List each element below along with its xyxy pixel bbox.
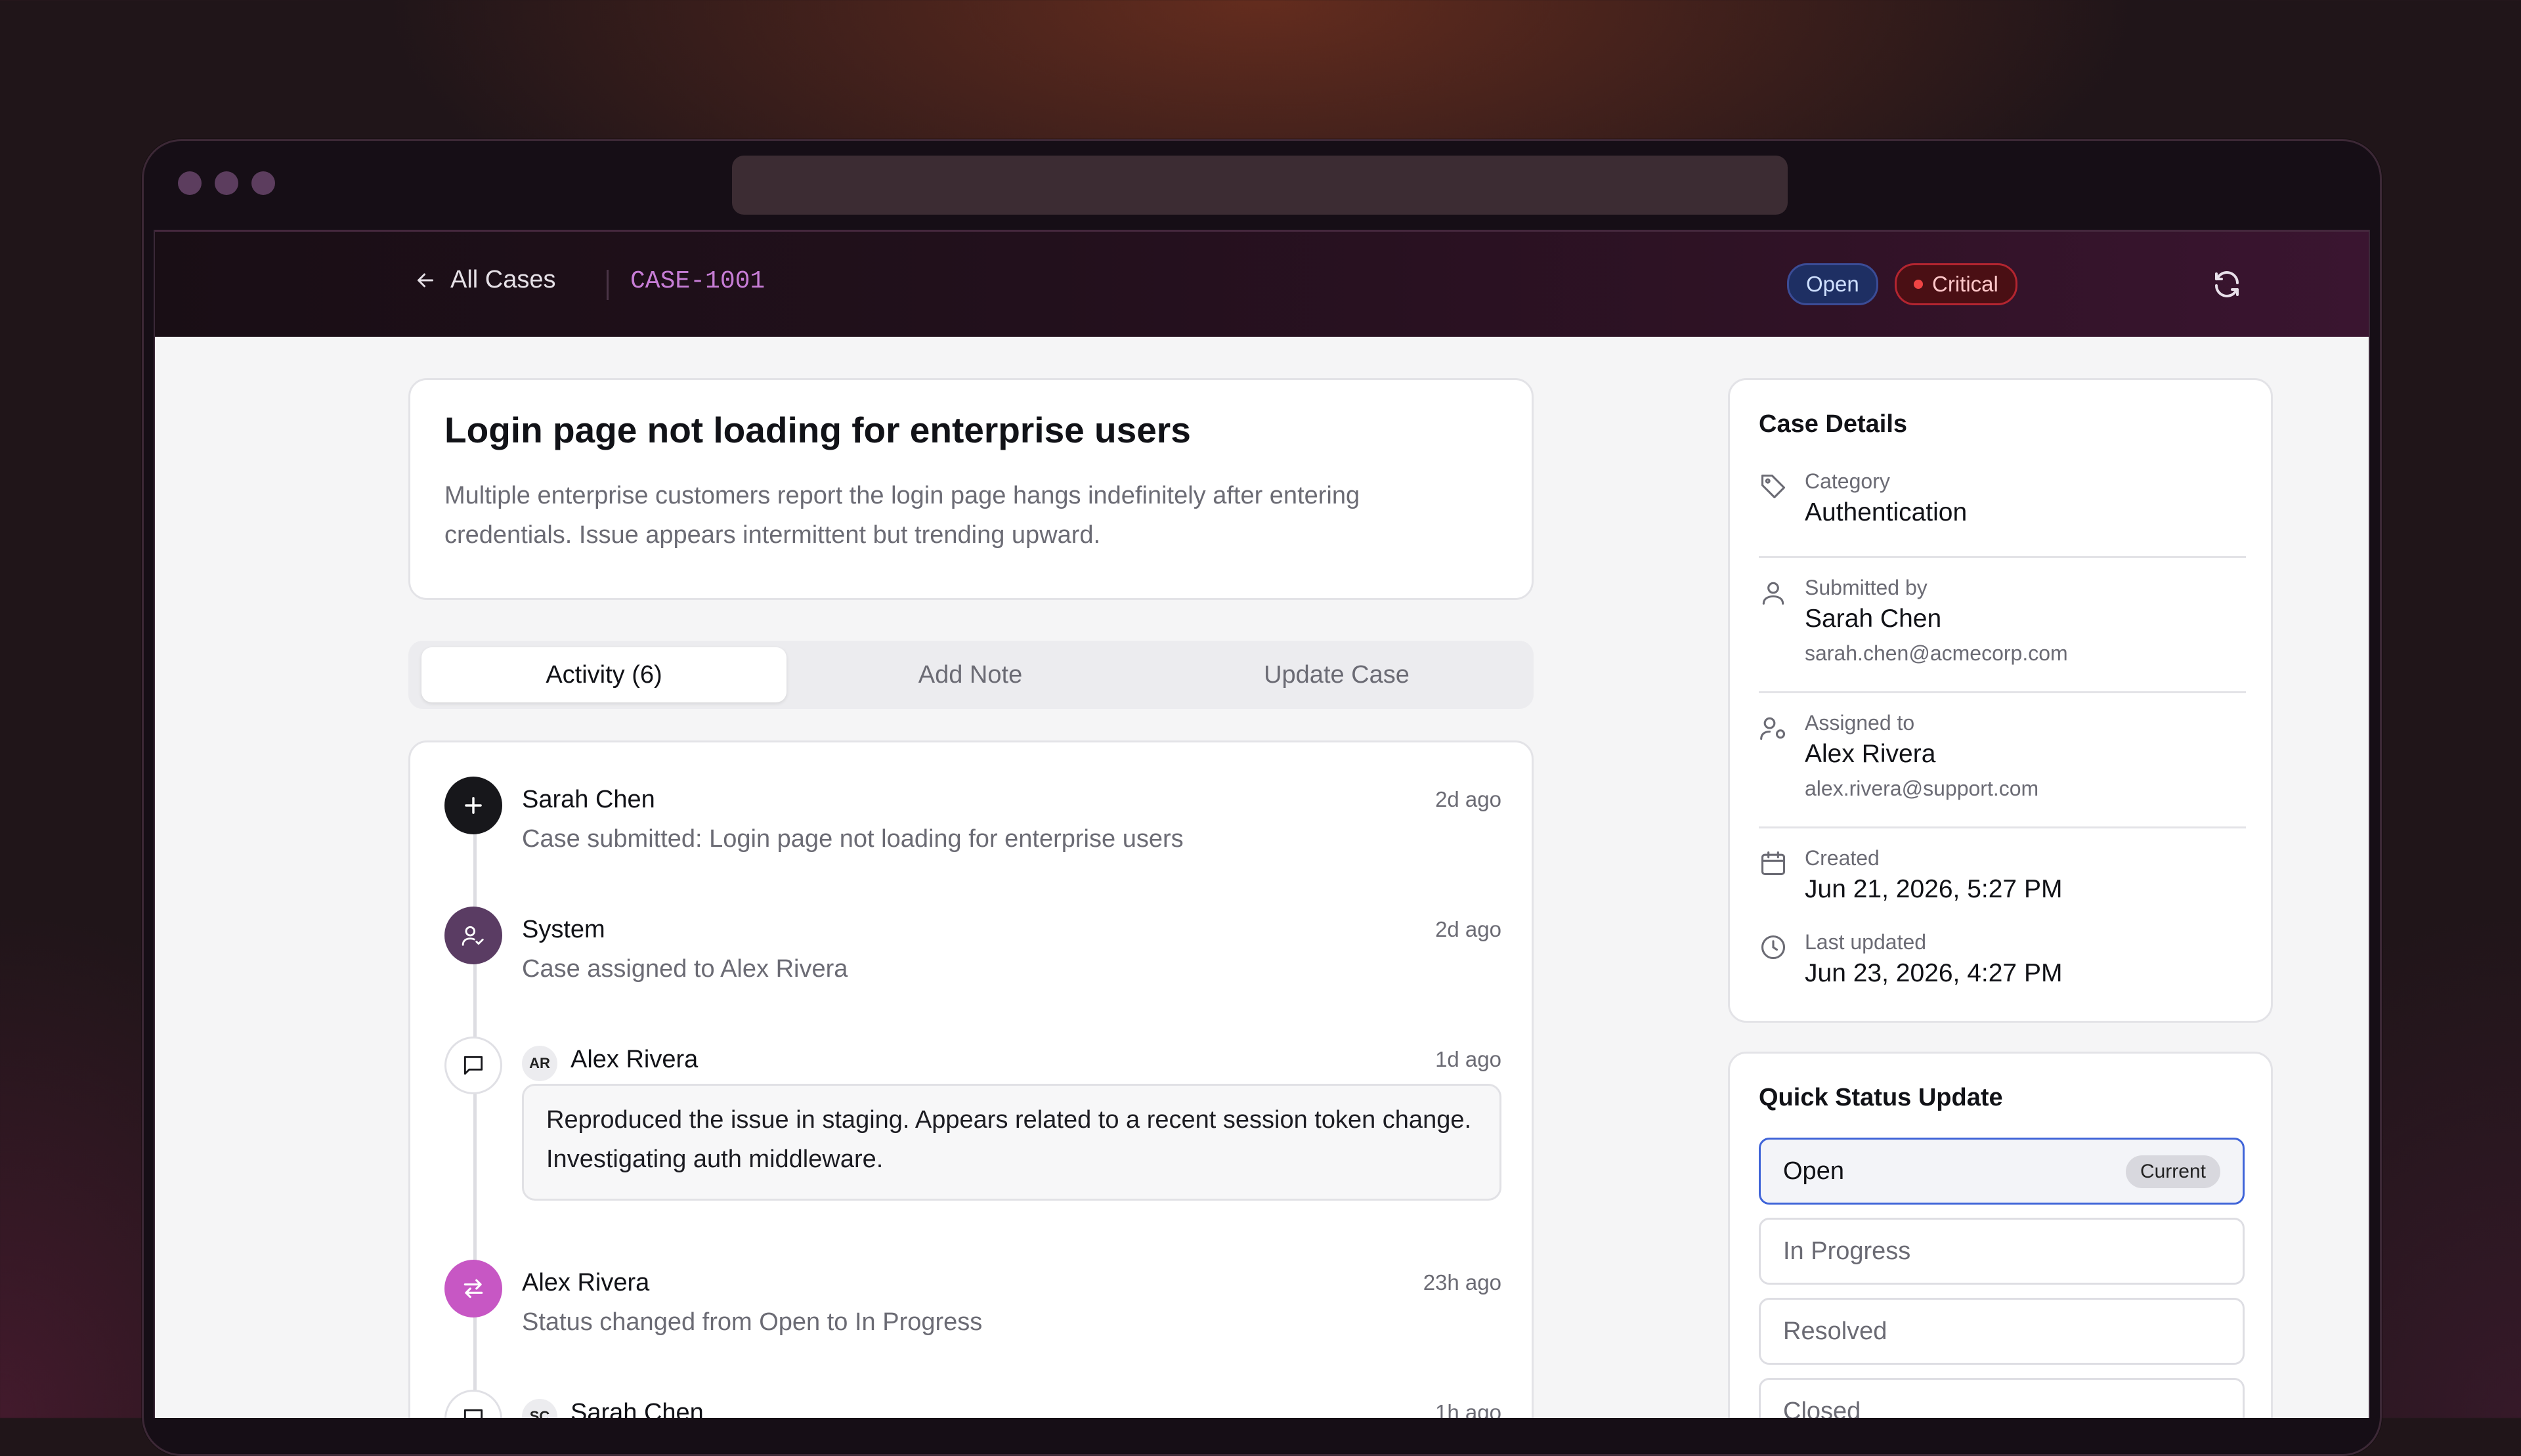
status-option-resolved[interactable]: Resolved — [1759, 1298, 2245, 1365]
quick-status-heading: Quick Status Update — [1759, 1084, 2003, 1111]
arrow-left-icon — [418, 273, 433, 287]
swap-icon — [444, 1260, 502, 1317]
activity-author: Alex Rivera — [571, 1046, 699, 1073]
assigned-to-label: Assigned to — [1805, 711, 1915, 735]
activity-time: 23h ago — [1423, 1270, 1501, 1295]
assignee-name: Alex Rivera — [1805, 740, 1936, 768]
case-id: CASE-1001 — [630, 267, 765, 295]
close-window-dot[interactable] — [178, 171, 202, 195]
message-icon — [444, 1037, 502, 1094]
activity-author: Alex Rivera — [522, 1269, 650, 1296]
case-summary-card: Login page not loading for enterprise us… — [408, 378, 1534, 600]
priority-dot-icon — [1914, 280, 1923, 289]
window-controls — [178, 171, 275, 195]
activity-text: Case assigned to Alex Rivera — [522, 955, 848, 983]
refresh-icon[interactable] — [2211, 268, 2243, 300]
tab-activity[interactable]: Activity (6) — [421, 647, 786, 702]
status-badge: Open — [1787, 263, 1878, 305]
activity-author: Sarah Chen — [522, 786, 655, 813]
priority-badge: Critical — [1895, 263, 2017, 305]
app-viewport: All Cases CASE-1001 Open Critical Login … — [154, 230, 2370, 1418]
created-value: Jun 21, 2026, 5:27 PM — [1805, 875, 2063, 903]
created-label: Created — [1805, 846, 1880, 870]
divider — [1759, 826, 2246, 828]
address-bar[interactable] — [732, 156, 1788, 215]
divider — [1759, 691, 2246, 693]
avatar: SC — [522, 1399, 557, 1418]
calendar-icon — [1761, 851, 1786, 876]
user-assign-icon — [1760, 717, 1786, 740]
avatar: AR — [522, 1046, 557, 1081]
activity-time: 2d ago — [1435, 917, 1501, 941]
plus-icon — [444, 777, 502, 834]
activity-author: Sarah Chen — [571, 1399, 704, 1418]
tab-update-case[interactable]: Update Case — [1154, 647, 1519, 702]
case-details-heading: Case Details — [1759, 410, 1908, 438]
category-value: Authentication — [1805, 498, 1968, 526]
submitter-email: sarah.chen@acmecorp.com — [1805, 641, 2068, 665]
last-updated-label: Last updated — [1805, 930, 1927, 954]
user-check-icon — [444, 907, 502, 964]
clock-icon — [1761, 935, 1786, 960]
status-option-label: Open — [1783, 1157, 1844, 1185]
status-option-closed[interactable]: Closed — [1759, 1378, 2245, 1418]
activity-text: Status changed from Open to In Progress — [522, 1308, 983, 1336]
activity-text: Case submitted: Login page not loading f… — [522, 825, 1184, 853]
divider — [1759, 556, 2246, 558]
activity-author: System — [522, 916, 605, 943]
header-divider — [607, 270, 609, 300]
submitter-name: Sarah Chen — [1805, 605, 1942, 633]
case-details-card: Case Details Category Authentication Sub… — [1728, 378, 2273, 1023]
activity-note: Reproduced the issue in staging. Appears… — [522, 1084, 1501, 1201]
case-description: Multiple enterprise customers report the… — [444, 482, 1360, 549]
priority-label: Critical — [1932, 272, 1998, 296]
tab-add-note[interactable]: Add Note — [788, 647, 1153, 702]
case-tabs: Activity (6) Add Note Update Case — [408, 641, 1534, 709]
minimize-window-dot[interactable] — [215, 171, 238, 195]
tag-icon — [1761, 474, 1786, 499]
maximize-window-dot[interactable] — [251, 171, 275, 195]
activity-feed: Sarah Chen 2d ago Case submitted: Login … — [408, 740, 1534, 1418]
activity-time: 2d ago — [1435, 787, 1501, 811]
status-option-open[interactable]: Open Current — [1759, 1138, 2245, 1205]
quick-status-card: Quick Status Update Open Current In Prog… — [1728, 1052, 2273, 1418]
back-to-all-cases-link[interactable]: All Cases — [414, 266, 556, 294]
activity-time: 1d ago — [1435, 1047, 1501, 1071]
last-updated-value: Jun 23, 2026, 4:27 PM — [1805, 959, 2063, 987]
status-option-in-progress[interactable]: In Progress — [1759, 1218, 2245, 1285]
back-label: All Cases — [450, 266, 556, 293]
submitted-by-label: Submitted by — [1805, 576, 1928, 599]
case-title: Login page not loading for enterprise us… — [444, 410, 1191, 450]
current-badge: Current — [2125, 1155, 2220, 1188]
message-icon — [444, 1390, 502, 1418]
case-header-bar: All Cases CASE-1001 Open Critical — [155, 230, 2369, 337]
user-icon — [1762, 582, 1784, 605]
assignee-email: alex.rivera@support.com — [1805, 777, 2039, 800]
category-label: Category — [1805, 469, 1890, 493]
activity-time: 1h ago — [1435, 1400, 1501, 1418]
